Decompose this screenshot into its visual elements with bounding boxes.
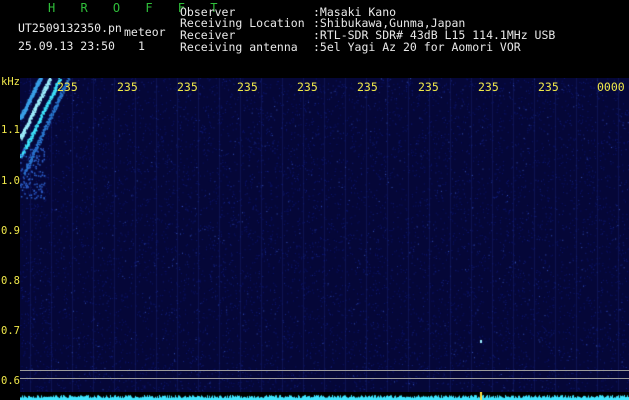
count-label: 1 xyxy=(138,39,145,53)
spectrogram-canvas xyxy=(20,78,629,400)
level-line-upper xyxy=(20,370,629,371)
x-tick-label: 235 xyxy=(538,80,559,94)
y-tick-label: 1.0 xyxy=(1,175,20,187)
x-tick-label: 235 xyxy=(237,80,258,94)
y-tick-label: 0.7 xyxy=(1,325,20,337)
x-tick-label: 235 xyxy=(357,80,378,94)
datetime-label: 25.09.13 23:50 xyxy=(18,39,115,53)
y-tick-label: 0.6 xyxy=(1,375,20,387)
x-tick-label: 235 xyxy=(117,80,138,94)
axis-unit-label: kHz xyxy=(1,76,20,88)
y-tick-label: 0.8 xyxy=(1,275,20,287)
x-tick-label: 235 xyxy=(297,80,318,94)
x-tick-label: 235 xyxy=(57,80,78,94)
y-tick-label: 1.1 xyxy=(1,124,20,136)
x-tick-label: 235 xyxy=(177,80,198,94)
y-tick-label: 0.9 xyxy=(1,225,20,237)
signal-level-trace xyxy=(20,392,629,400)
antenna-value: :5el Yagi Az 20 for Aomori VOR xyxy=(313,40,521,54)
x-tick-label: 0000 xyxy=(597,80,625,94)
level-line-lower xyxy=(20,378,629,379)
header-panel: H R O F F T UT2509132350.pn meteor 25.09… xyxy=(0,0,629,78)
mode-label: meteor xyxy=(124,25,166,39)
filename-label: UT2509132350.pn xyxy=(18,21,122,35)
x-tick-label: 235 xyxy=(478,80,499,94)
antenna-label: Receiving antenna xyxy=(180,40,298,54)
x-tick-label: 235 xyxy=(418,80,439,94)
spectrogram-plot[interactable] xyxy=(20,78,629,400)
